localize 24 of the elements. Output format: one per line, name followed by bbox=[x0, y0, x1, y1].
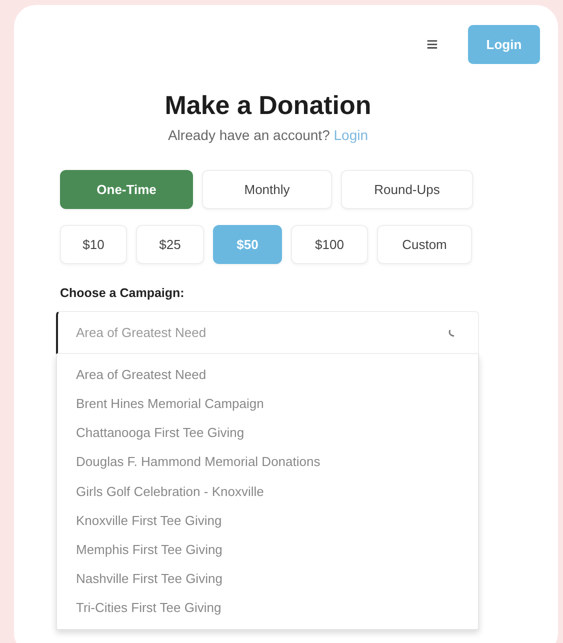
login-prompt: Already have an account? Login bbox=[166, 126, 370, 145]
amount-button[interactable]: $10 bbox=[60, 225, 127, 264]
campaign-label: Choose a Campaign: bbox=[60, 285, 186, 302]
page-title: Make a Donation bbox=[164, 89, 372, 122]
campaign-option[interactable]: Chattanooga First Tee Giving bbox=[76, 418, 478, 448]
amount-button[interactable]: $25 bbox=[136, 225, 204, 264]
frequency-tab[interactable]: Round-Ups bbox=[341, 170, 473, 209]
campaign-option[interactable]: Brent Hines Memorial Campaign bbox=[76, 388, 478, 418]
frequency-tab[interactable]: One-Time bbox=[60, 170, 193, 209]
amount-button[interactable]: $50 bbox=[213, 225, 282, 264]
campaign-option[interactable]: Memphis First Tee Giving bbox=[76, 534, 478, 564]
campaign-option[interactable]: Area of Greatest Need bbox=[76, 360, 478, 389]
frequency-tab[interactable]: Monthly bbox=[202, 170, 332, 209]
campaign-option[interactable]: Girls Golf Celebration - Knoxville bbox=[76, 476, 478, 506]
campaign-option[interactable]: Knoxville First Tee Giving bbox=[76, 506, 478, 535]
campaign-field[interactable]: Area of Greatest Need bbox=[56, 310, 479, 354]
campaign-option[interactable]: Nashville First Tee Giving bbox=[76, 564, 478, 594]
amount-button[interactable]: Custom bbox=[377, 225, 472, 264]
spinner-icon bbox=[447, 328, 457, 338]
amount-button[interactable]: $100 bbox=[291, 225, 368, 264]
campaign-option[interactable]: Tri-Cities First Tee Giving bbox=[76, 593, 478, 623]
campaign-option[interactable]: Douglas F. Hammond Memorial Donations bbox=[76, 447, 478, 477]
login-link[interactable]: Login bbox=[334, 127, 368, 143]
login-button[interactable]: Login bbox=[468, 25, 540, 64]
